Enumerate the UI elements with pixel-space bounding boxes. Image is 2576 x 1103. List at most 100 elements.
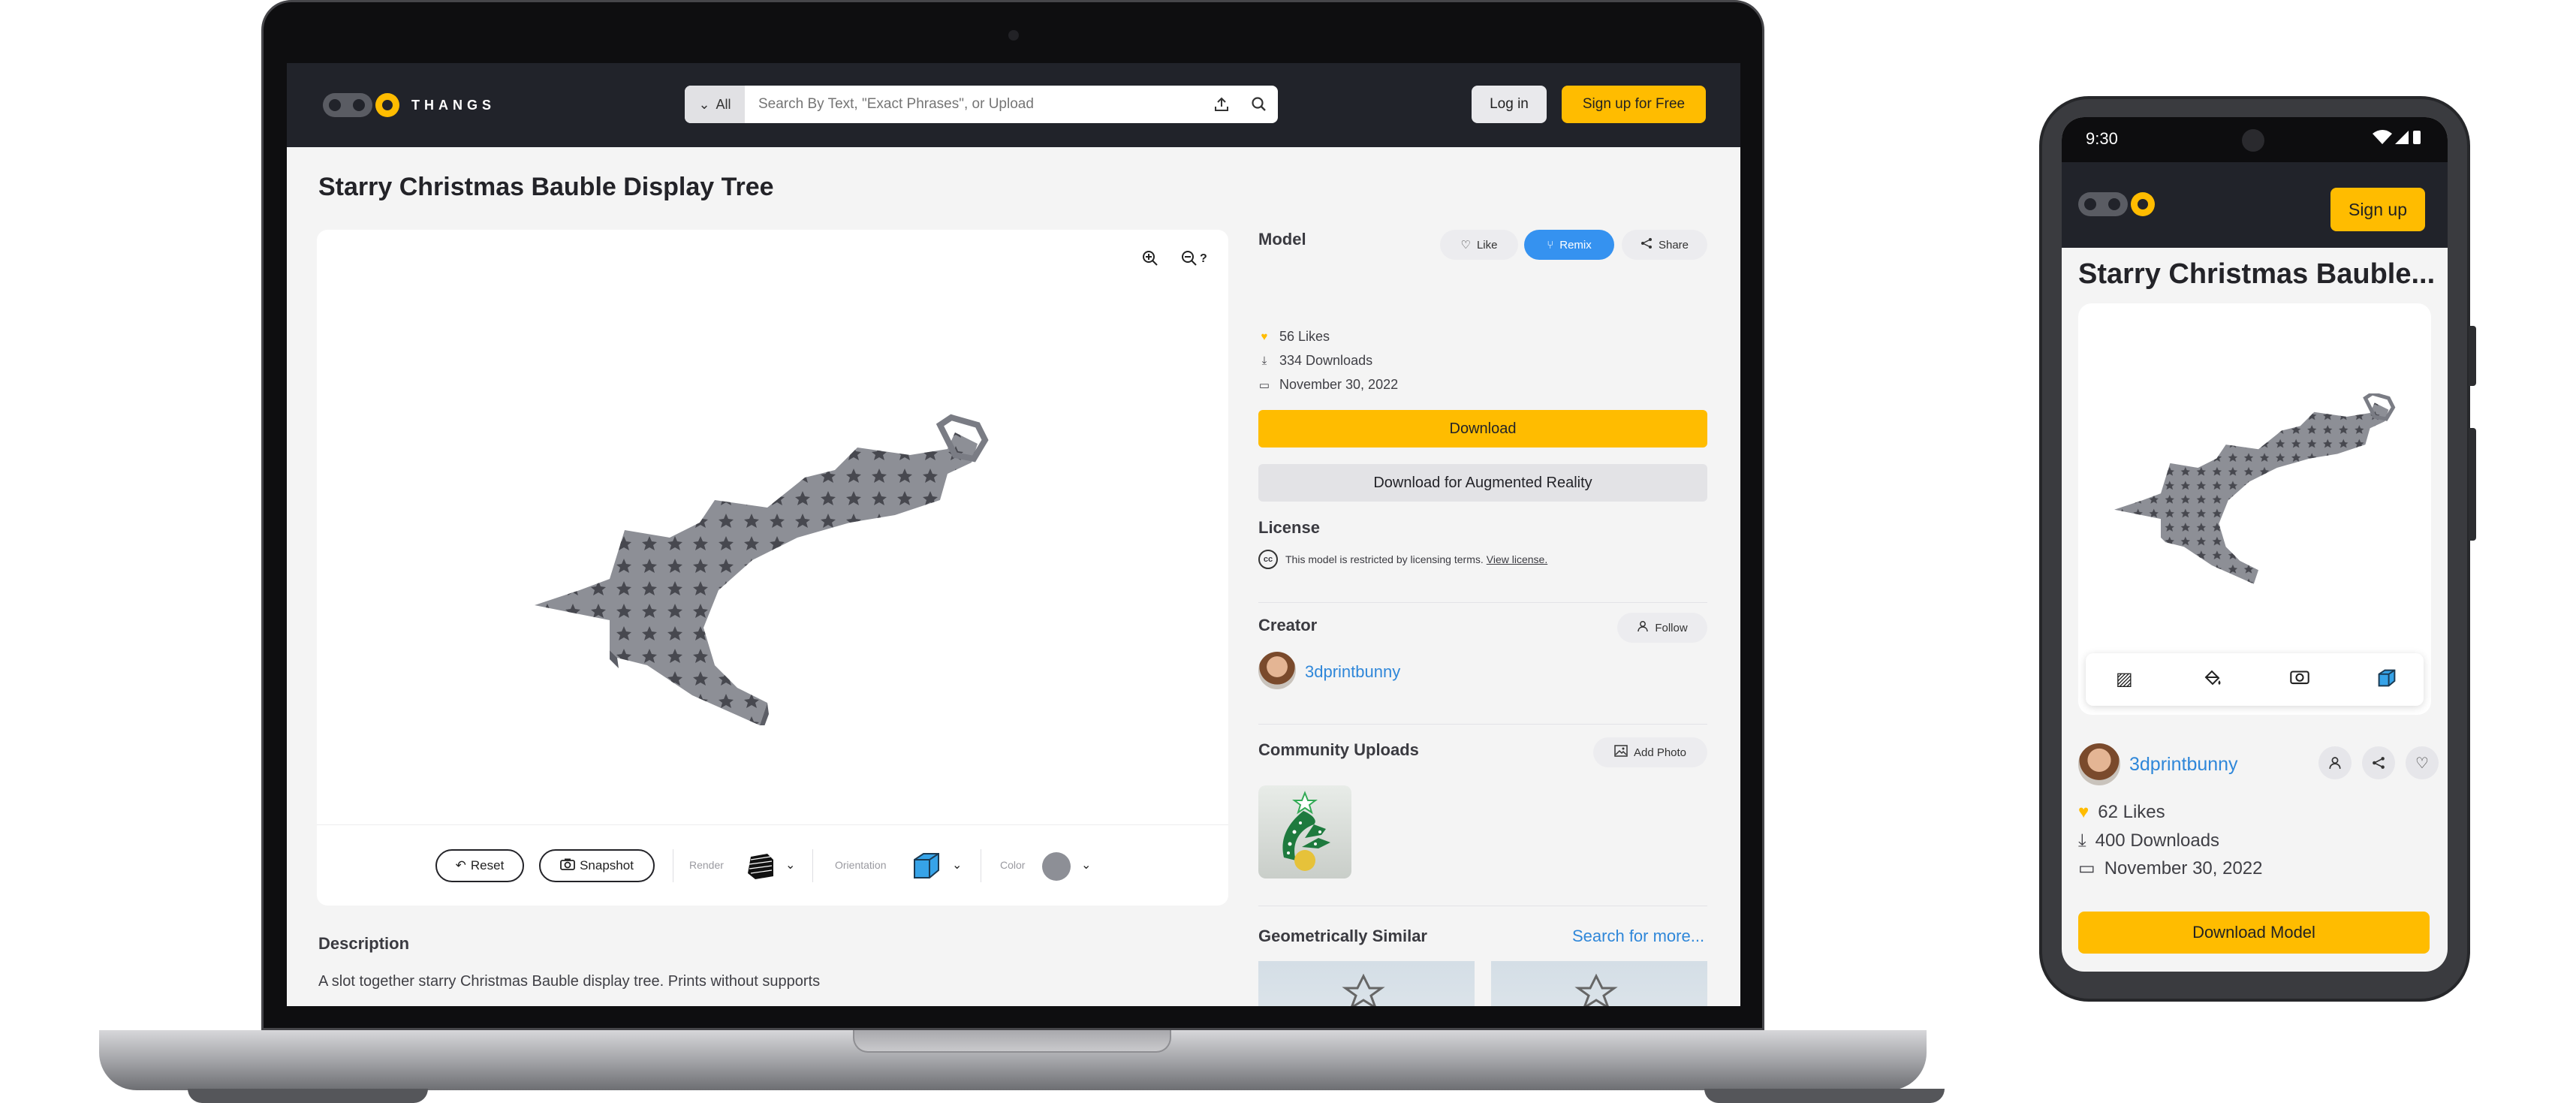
model-render <box>535 414 989 725</box>
similar-model-card[interactable] <box>1491 961 1707 1006</box>
upload-icon[interactable] <box>1203 86 1240 123</box>
signup-button[interactable]: Sign up for Free <box>1562 86 1706 123</box>
logo-ring-icon <box>2131 192 2155 216</box>
render-style-icon[interactable]: ▨ <box>2116 668 2133 690</box>
phone-date-stat: ▭ November 30, 2022 <box>2078 857 2262 879</box>
zoom-help[interactable]: ? <box>1200 252 1207 266</box>
zoom-out-icon[interactable] <box>1180 249 1198 272</box>
heart-filled-icon: ♥ <box>1261 330 1268 343</box>
heart-icon: ♡ <box>1460 239 1471 252</box>
community-section-title: Community Uploads <box>1258 740 1419 759</box>
phone-model-viewer[interactable]: ▨ <box>2078 303 2431 715</box>
add-photo-button[interactable]: Add Photo <box>1593 737 1707 767</box>
chevron-down-icon[interactable]: ⌄ <box>1081 857 1091 872</box>
heart-icon[interactable]: ♡ <box>2406 746 2439 779</box>
phone-page-title: Starry Christmas Bauble... <box>2078 258 2436 290</box>
logo-pill-icon <box>323 93 372 117</box>
reset-button[interactable]: ↶ Reset <box>435 849 524 882</box>
phone-creator-name-link[interactable]: 3dprintbunny <box>2129 754 2238 776</box>
view-license-link[interactable]: View license. <box>1487 553 1547 565</box>
phone-screen: 9:30 Sign up Starry Christmas Bauble... … <box>2062 117 2448 972</box>
chevron-down-icon[interactable]: ⌄ <box>952 857 962 872</box>
description-text: A slot together starry Christmas Bauble … <box>318 973 821 990</box>
laptop-foot-right <box>1704 1089 1945 1103</box>
phone-side-button <box>2469 428 2476 541</box>
creator-name-link[interactable]: 3dprintbunny <box>1305 662 1400 682</box>
orientation-label: Orientation <box>835 859 887 871</box>
orientation-cube-icon[interactable] <box>911 851 942 881</box>
model-section-title: Model <box>1258 230 1306 249</box>
downloads-stat: ⤓ 334 Downloads <box>1258 353 1372 369</box>
community-upload-thumbnail[interactable] <box>1258 785 1351 878</box>
render-label: Render <box>689 859 724 871</box>
search-icon[interactable] <box>1240 86 1278 123</box>
similar-model-card[interactable] <box>1258 961 1475 1006</box>
heart-filled-icon: ♥ <box>2078 802 2089 822</box>
snapshot-button[interactable]: Snapshot <box>539 849 655 882</box>
creator-section-title: Creator <box>1258 616 1318 634</box>
date-stat: ▭ November 30, 2022 <box>1258 377 1398 393</box>
follow-label: Follow <box>1655 621 1688 634</box>
like-label: Like <box>1476 238 1498 252</box>
downloads-count: 334 Downloads <box>1279 353 1373 368</box>
toolbar-divider <box>812 849 813 882</box>
christmas-tree-photo <box>1282 791 1330 871</box>
phone-creator-avatar[interactable] <box>2078 743 2120 785</box>
search-scope-select[interactable]: ⌄ All <box>685 86 745 123</box>
logo-ring-icon <box>375 93 399 117</box>
camera-icon <box>560 858 575 874</box>
phone-signup-button[interactable]: Sign up <box>2330 188 2425 231</box>
laptop-foot-left <box>188 1089 428 1103</box>
search-more-link[interactable]: Search for more... <box>1572 927 1704 946</box>
license-text: cc This model is restricted by licensing… <box>1258 550 1547 569</box>
page-title: Starry Christmas Bauble Display Tree <box>318 173 774 201</box>
share-button[interactable]: Share <box>1622 230 1707 260</box>
follow-button[interactable]: Follow <box>1617 613 1707 643</box>
brand-logo[interactable]: THANGS <box>323 93 496 117</box>
branch-icon: ⑂ <box>1547 238 1554 252</box>
phone-status-bar: 9:30 <box>2062 117 2448 162</box>
similar-model-render <box>1342 973 1385 1006</box>
orientation-cube-icon[interactable] <box>2377 668 2397 693</box>
undo-icon: ↶ <box>455 858 466 872</box>
calendar-icon: ▭ <box>2078 858 2095 878</box>
laptop-camera <box>1008 30 1019 41</box>
section-divider <box>1258 724 1707 725</box>
similar-model-render <box>1574 973 1618 1006</box>
follow-user-icon[interactable] <box>2318 746 2352 779</box>
model-viewer[interactable]: ? ↶ Reset Snapshot Render ⌄ Orientation … <box>317 230 1228 906</box>
share-label: Share <box>1658 238 1689 252</box>
phone-volume-button <box>2469 326 2476 386</box>
brand-logo[interactable] <box>2078 192 2155 216</box>
share-icon[interactable] <box>2362 746 2395 779</box>
publish-date: November 30, 2022 <box>1279 377 1399 392</box>
likes-stat: ♥ 56 Likes <box>1258 329 1330 345</box>
download-button[interactable]: Download <box>1258 410 1707 448</box>
chevron-down-icon[interactable]: ⌄ <box>785 857 795 872</box>
zoom-in-icon[interactable] <box>1141 249 1159 272</box>
share-icon <box>1641 237 1653 252</box>
download-icon: ⤓ <box>1261 354 1267 367</box>
phone-likes-count: 62 Likes <box>2098 802 2165 822</box>
login-button[interactable]: Log in <box>1472 86 1547 123</box>
user-icon <box>1637 620 1649 635</box>
phone-viewer-toolbar: ▨ <box>2086 653 2424 706</box>
paint-bucket-icon[interactable] <box>2203 668 2222 693</box>
status-time: 9:30 <box>2086 129 2118 148</box>
section-divider <box>1258 602 1707 603</box>
phone-download-button[interactable]: Download Model <box>2078 912 2430 954</box>
viewer-toolbar: ↶ Reset Snapshot Render ⌄ Orientation ⌄ <box>317 824 1228 906</box>
color-swatch[interactable] <box>1042 852 1071 881</box>
camera-icon[interactable] <box>2290 668 2309 690</box>
render-cube-icon[interactable] <box>745 851 775 881</box>
like-button[interactable]: ♡ Like <box>1440 230 1518 260</box>
image-icon <box>1614 745 1628 760</box>
similar-section-title: Geometrically Similar <box>1258 927 1427 945</box>
phone-likes-stat: ♥ 62 Likes <box>2078 802 2165 823</box>
download-ar-button[interactable]: Download for Augmented Reality <box>1258 464 1707 502</box>
logo-pill-icon <box>2078 192 2128 216</box>
creator-avatar[interactable] <box>1258 652 1296 689</box>
remix-button[interactable]: ⑂ Remix <box>1524 230 1614 260</box>
search-input[interactable] <box>745 96 1203 113</box>
site-header: THANGS ⌄ All Log in Sign up for Free <box>287 63 1740 147</box>
